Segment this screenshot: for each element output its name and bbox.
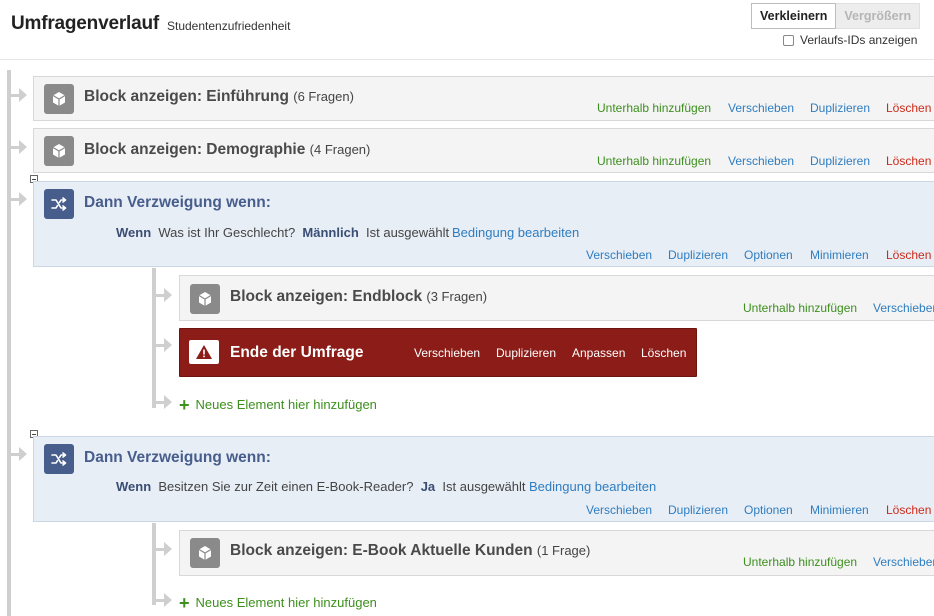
end-of-survey-title: Ende der Umfrage xyxy=(230,344,364,361)
delete-link[interactable]: Löschen xyxy=(886,503,931,517)
branch-icon xyxy=(44,444,74,474)
add-below-link[interactable]: Unterhalb hinzufügen xyxy=(597,101,711,115)
options-link[interactable]: Optionen xyxy=(744,503,793,517)
header-divider xyxy=(0,59,934,60)
flow-arrow xyxy=(19,447,27,461)
block-icon xyxy=(190,284,220,314)
flow-arrow xyxy=(19,88,27,102)
flow-line-branch1 xyxy=(152,268,156,408)
move-link[interactable]: Verschieben xyxy=(728,154,794,168)
flow-arrow xyxy=(164,288,172,302)
flow-line-main xyxy=(7,70,11,616)
page-title: Umfragenverlauf xyxy=(11,13,159,34)
duplicate-link[interactable]: Duplizieren xyxy=(668,248,728,262)
flow-arrow xyxy=(164,395,172,409)
duplicate-link[interactable]: Duplizieren xyxy=(810,101,870,115)
branch-title: Dann Verzweigung wenn: xyxy=(84,194,271,211)
options-link[interactable]: Optionen xyxy=(744,248,793,262)
show-flow-ids-toggle[interactable]: Verlaufs-IDs anzeigen xyxy=(783,33,917,47)
block-title: Block anzeigen: Einführung (6 Fragen) xyxy=(84,88,354,105)
move-link[interactable]: Verschieben xyxy=(586,503,652,517)
delete-link[interactable]: Löschen xyxy=(886,248,931,262)
block-title: Block anzeigen: Demographie (4 Fragen) xyxy=(84,141,371,158)
block-icon xyxy=(190,538,220,568)
duplicate-link[interactable]: Duplizieren xyxy=(668,503,728,517)
survey-name: Studentenzufriedenheit xyxy=(167,19,291,33)
edit-condition-link[interactable]: Bedingung bearbeiten xyxy=(529,479,656,494)
move-link[interactable]: Verschieben xyxy=(414,346,480,360)
flow-line-branch2 xyxy=(152,523,156,605)
delete-link[interactable]: Löschen xyxy=(886,154,931,168)
flow-arrow xyxy=(164,338,172,352)
shrink-button[interactable]: Verkleinern xyxy=(751,3,837,29)
delete-link[interactable]: Löschen xyxy=(886,101,931,115)
branch-condition: Wenn Was ist Ihr Geschlecht? Männlich Is… xyxy=(116,225,450,240)
block-title: Block anzeigen: E-Book Aktuelle Kunden (… xyxy=(230,542,591,559)
show-flow-ids-checkbox[interactable] xyxy=(783,34,794,46)
add-below-link[interactable]: Unterhalb hinzufügen xyxy=(597,154,711,168)
move-link[interactable]: Verschieben xyxy=(873,555,934,569)
duplicate-link[interactable]: Duplizieren xyxy=(496,346,556,360)
block-icon xyxy=(44,136,74,166)
move-link[interactable]: Verschieben xyxy=(728,101,794,115)
move-link[interactable]: Verschieben xyxy=(586,248,652,262)
move-link[interactable]: Verschieben xyxy=(873,301,934,315)
minimize-link[interactable]: Minimieren xyxy=(810,248,869,262)
block-title: Block anzeigen: Endblock (3 Fragen) xyxy=(230,288,488,305)
grow-button[interactable]: Vergrößern xyxy=(836,3,921,29)
branch-title: Dann Verzweigung wenn: xyxy=(84,449,271,466)
add-new-element-link[interactable]: + Neues Element hier hinzufügen xyxy=(179,592,377,613)
warning-icon xyxy=(189,340,219,364)
flow-arrow xyxy=(19,192,27,206)
block-icon xyxy=(44,84,74,114)
branch-condition: Wenn Besitzen Sie zur Zeit einen E-Book-… xyxy=(116,479,526,494)
branch-icon xyxy=(44,189,74,219)
show-flow-ids-label: Verlaufs-IDs anzeigen xyxy=(800,33,918,47)
flow-arrow xyxy=(19,140,27,154)
plus-icon: + xyxy=(179,592,190,613)
flow-arrow xyxy=(164,593,172,607)
plus-icon: + xyxy=(179,394,190,415)
customize-link[interactable]: Anpassen xyxy=(572,346,625,360)
flow-arrow xyxy=(164,542,172,556)
duplicate-link[interactable]: Duplizieren xyxy=(810,154,870,168)
edit-condition-link[interactable]: Bedingung bearbeiten xyxy=(452,225,579,240)
add-below-link[interactable]: Unterhalb hinzufügen xyxy=(743,555,857,569)
add-below-link[interactable]: Unterhalb hinzufügen xyxy=(743,301,857,315)
delete-link[interactable]: Löschen xyxy=(641,346,686,360)
zoom-button-group: Verkleinern Vergrößern xyxy=(751,3,921,29)
add-new-element-link[interactable]: + Neues Element hier hinzufügen xyxy=(179,394,377,415)
minimize-link[interactable]: Minimieren xyxy=(810,503,869,517)
